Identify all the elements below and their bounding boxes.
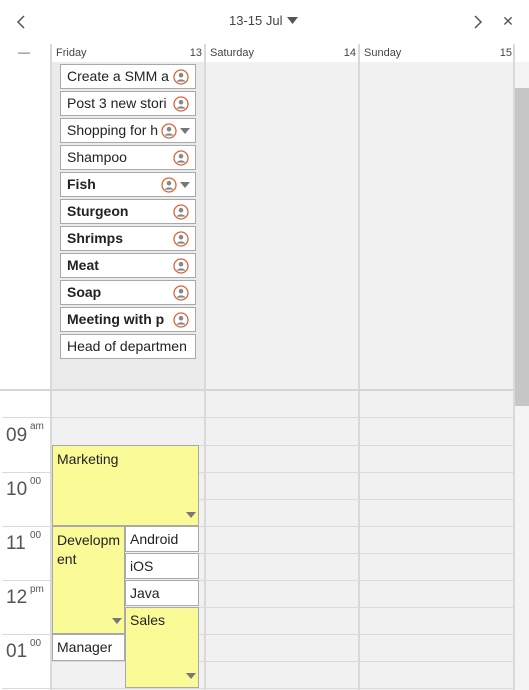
day-header-friday[interactable]: Friday 13: [51, 44, 205, 62]
appointment[interactable]: Manager: [52, 634, 125, 661]
all-day-task[interactable]: Create a SMM a: [60, 64, 196, 89]
all-day-task[interactable]: Shrimps: [60, 226, 196, 251]
user-icon: [173, 96, 189, 112]
time-label-hour: 12: [6, 587, 28, 608]
day-number: 14: [343, 47, 356, 59]
user-icon: [173, 312, 189, 328]
close-icon[interactable]: ✕: [498, 11, 518, 31]
day-name: Saturday: [210, 47, 255, 59]
hour-line: [2, 472, 51, 473]
chevron-down-icon[interactable]: [186, 673, 196, 680]
task-label: Post 3 new stori: [67, 95, 167, 111]
time-label-hour: 01: [6, 641, 28, 662]
all-day-task[interactable]: Meeting with p: [60, 307, 196, 332]
appointment[interactable]: iOS: [125, 553, 199, 579]
appointment-label: Development: [57, 532, 121, 567]
all-day-splitter[interactable]: [0, 389, 515, 391]
user-icon: [173, 231, 189, 247]
slot-line: [51, 661, 515, 662]
all-day-task[interactable]: Shampoo: [60, 145, 196, 170]
task-label: Meat: [67, 257, 99, 273]
time-label-suffix: 00: [30, 638, 42, 649]
task-label: Sturgeon: [67, 203, 129, 219]
appointment-label: Android: [130, 531, 179, 547]
appointment[interactable]: Android: [125, 526, 199, 552]
appointment-label: Marketing: [57, 451, 119, 467]
collapse-all-day-button[interactable]: —: [18, 44, 30, 62]
chevron-right-icon[interactable]: [468, 12, 488, 32]
all-day-task[interactable]: Post 3 new stori: [60, 91, 196, 116]
user-icon: [173, 258, 189, 274]
column-divider: [358, 44, 360, 690]
all-day-task[interactable]: Soap: [60, 280, 196, 305]
chevron-down-icon[interactable]: [186, 512, 196, 519]
appointment[interactable]: Sales: [125, 607, 199, 688]
task-label: Head of departmen: [67, 338, 187, 354]
time-label-hour: 10: [6, 479, 28, 500]
task-label: Shampoo: [67, 149, 127, 165]
chevron-left-icon[interactable]: [12, 12, 32, 32]
all-day-task[interactable]: Head of departmen: [60, 334, 196, 359]
time-label-suffix: pm: [30, 584, 44, 595]
user-icon: [173, 150, 189, 166]
all-day-task[interactable]: Shopping for h: [60, 118, 196, 143]
day-number: 15: [499, 47, 512, 59]
appointment-label: iOS: [130, 558, 154, 574]
scrollbar-thumb[interactable]: [515, 88, 529, 406]
calendar-header: 13-15 Jul ✕: [0, 0, 529, 44]
day-header-saturday[interactable]: Saturday 14: [205, 44, 359, 62]
slot-line: [51, 417, 515, 418]
user-icon: [161, 123, 177, 139]
time-label-hour: 09: [6, 425, 28, 446]
appointment[interactable]: Java: [125, 580, 199, 606]
chevron-down-icon[interactable]: [180, 128, 190, 135]
task-label: Fish: [67, 176, 96, 192]
task-label: Shrimps: [67, 230, 124, 246]
day-header-sunday[interactable]: Sunday 15: [359, 44, 515, 62]
hour-line: [2, 580, 51, 581]
day-name: Sunday: [364, 47, 402, 59]
day-number: 13: [189, 47, 202, 59]
user-icon: [173, 285, 189, 301]
appointment[interactable]: Marketing: [52, 445, 199, 526]
task-label: Meeting with p: [67, 311, 165, 327]
time-label-hour: 11: [6, 533, 26, 554]
task-label: Shopping for h: [67, 122, 159, 138]
time-label-suffix: 00: [30, 530, 42, 541]
all-day-task[interactable]: Sturgeon: [60, 199, 196, 224]
chevron-down-icon[interactable]: [180, 182, 190, 189]
hour-line: [2, 634, 51, 635]
slot-line: [51, 688, 515, 689]
column-divider: [204, 44, 206, 690]
appointment-label: Manager: [57, 639, 113, 655]
day-name: Friday: [56, 47, 87, 59]
calendar-window: 13-15 Jul ✕ — Friday 13 Saturday 14 Sund…: [0, 0, 529, 690]
time-label-suffix: am: [30, 421, 44, 432]
hour-line: [2, 526, 51, 527]
appointment[interactable]: Development: [52, 526, 125, 634]
time-label-suffix: 00: [30, 476, 42, 487]
user-icon: [173, 204, 189, 220]
all-day-task[interactable]: Meat: [60, 253, 196, 278]
appointment-label: Java: [130, 585, 160, 601]
task-label: Soap: [67, 284, 102, 300]
chevron-down-icon[interactable]: [112, 618, 122, 625]
date-range-label[interactable]: 13-15 Jul: [229, 13, 282, 31]
user-icon: [161, 177, 177, 193]
all-day-task[interactable]: Fish: [60, 172, 196, 197]
hour-line: [2, 417, 51, 418]
hour-line: [2, 688, 51, 689]
date-dropdown-icon[interactable]: [287, 17, 298, 25]
appointment-label: Sales: [130, 612, 166, 628]
task-label: Create a SMM a: [67, 68, 169, 84]
user-icon: [173, 69, 189, 85]
